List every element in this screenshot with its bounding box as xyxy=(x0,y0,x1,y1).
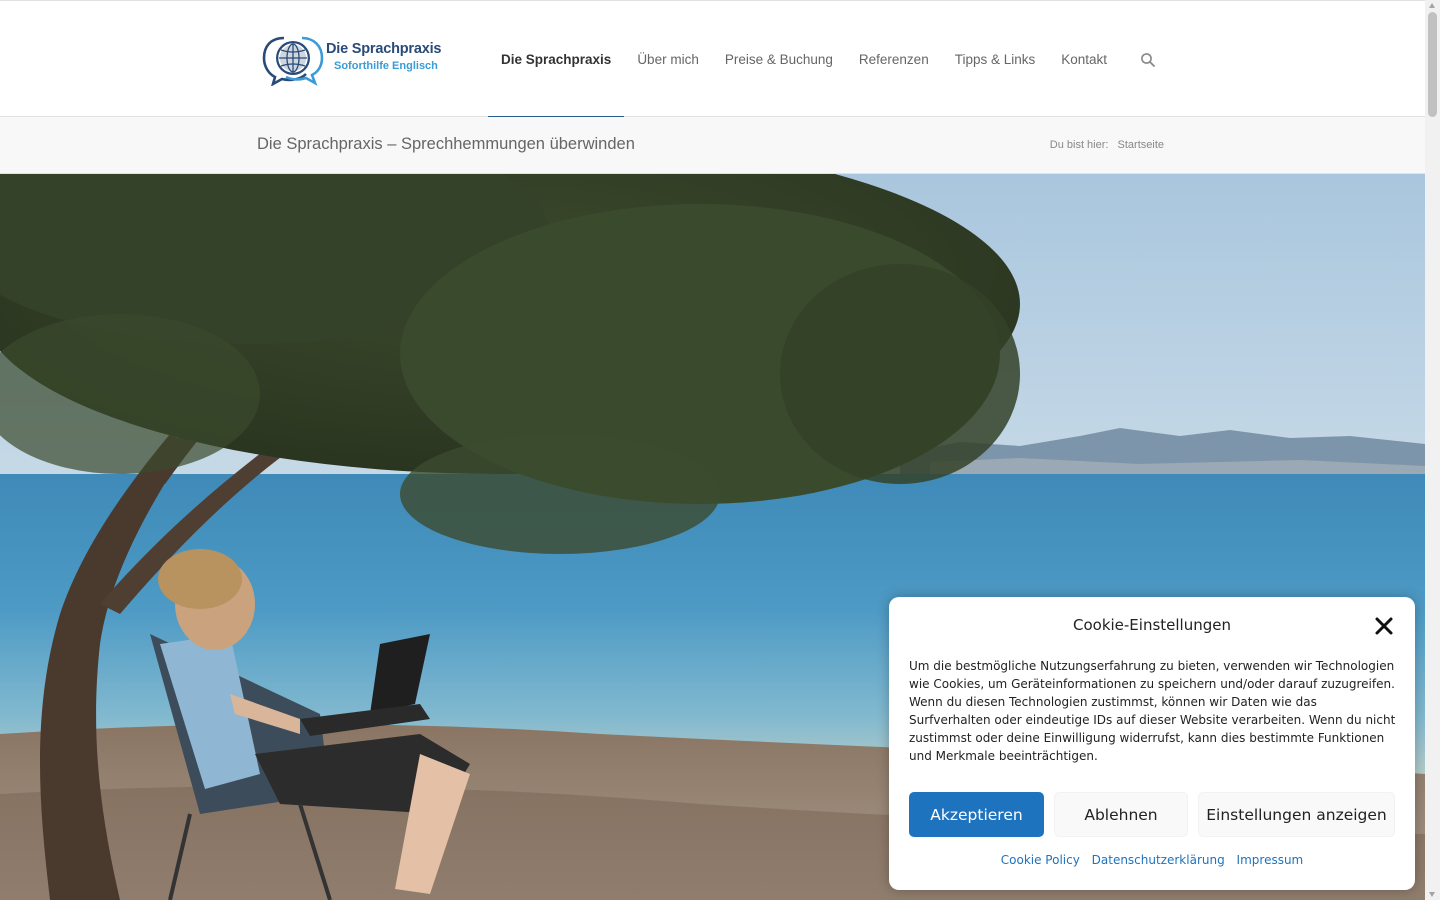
view-preferences-button[interactable]: Einstellungen anzeigen xyxy=(1198,792,1395,837)
close-icon[interactable] xyxy=(1373,615,1395,637)
nav-item-ueber-mich[interactable]: Über mich xyxy=(624,1,712,117)
deny-button[interactable]: Ablehnen xyxy=(1054,792,1188,837)
page-title: Die Sprachpraxis – Sprechhemmungen überw… xyxy=(257,135,635,153)
nav-item-kontakt[interactable]: Kontakt xyxy=(1048,1,1120,117)
breadcrumb-home-link[interactable]: Startseite xyxy=(1118,139,1164,151)
cookie-consent-dialog: Cookie-Einstellungen Um die bestmögliche… xyxy=(889,597,1415,890)
scroll-down-arrow-icon[interactable] xyxy=(1429,892,1435,897)
page-scrollbar[interactable] xyxy=(1425,0,1440,900)
globe-speech-bubble-icon xyxy=(262,36,324,86)
cookie-policy-link[interactable]: Cookie Policy xyxy=(1001,853,1080,867)
main-nav: Die Sprachpraxis Über mich Preise & Buch… xyxy=(488,1,1120,118)
cookie-dialog-text: Um die bestmögliche Nutzungserfahrung zu… xyxy=(909,659,1396,763)
scroll-up-arrow-icon[interactable] xyxy=(1429,3,1435,8)
nav-item-preise-buchung[interactable]: Preise & Buchung xyxy=(712,1,846,117)
site-logo[interactable]: Die Sprachpraxis Soforthilfe Englisch xyxy=(262,34,447,86)
nav-item-tipps-links[interactable]: Tipps & Links xyxy=(942,1,1049,117)
logo-title: Die Sprachpraxis xyxy=(326,41,442,57)
search-icon[interactable] xyxy=(1139,51,1157,69)
breadcrumb: Du bist hier: Startseite xyxy=(1050,139,1164,151)
site-header: Die Sprachpraxis Soforthilfe Englisch Di… xyxy=(0,0,1425,118)
logo-subtitle: Soforthilfe Englisch xyxy=(334,60,438,72)
privacy-policy-link[interactable]: Datenschutzerklärung xyxy=(1092,853,1225,867)
cookie-dialog-links: Cookie Policy Datenschutzerklärung Impre… xyxy=(889,853,1415,867)
cookie-dialog-title: Cookie-Einstellungen xyxy=(1072,616,1231,634)
nav-item-referenzen[interactable]: Referenzen xyxy=(846,1,942,117)
accept-button[interactable]: Akzeptieren xyxy=(909,792,1044,837)
breadcrumb-prefix: Du bist hier: xyxy=(1049,139,1109,151)
scrollbar-thumb[interactable] xyxy=(1428,12,1437,117)
nav-item-die-sprachpraxis[interactable]: Die Sprachpraxis xyxy=(488,1,625,118)
title-bar: Die Sprachpraxis – Sprechhemmungen überw… xyxy=(0,117,1425,174)
page: Die Sprachpraxis Soforthilfe Englisch Di… xyxy=(0,0,1425,900)
imprint-link[interactable]: Impressum xyxy=(1237,853,1304,867)
